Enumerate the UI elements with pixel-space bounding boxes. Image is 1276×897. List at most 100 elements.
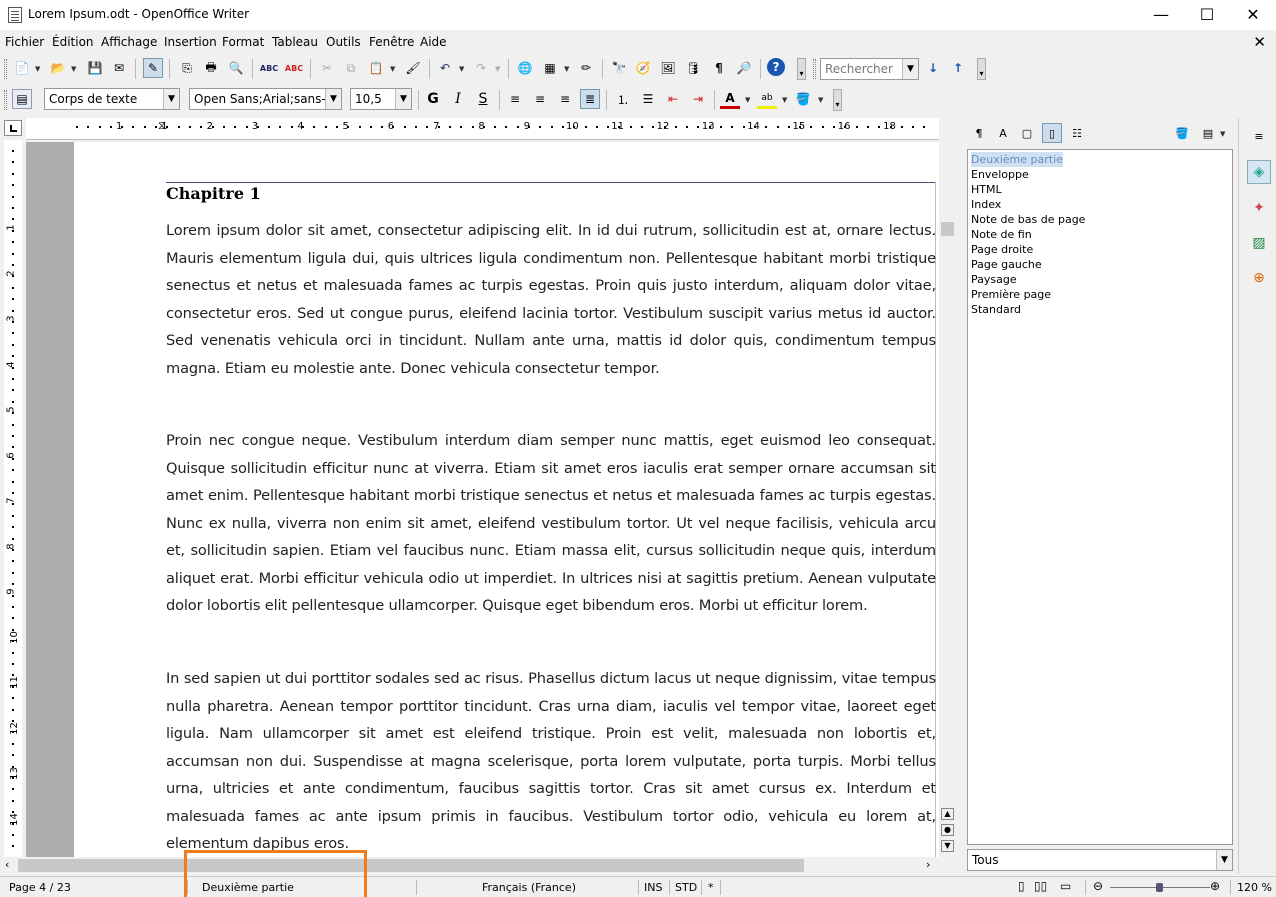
align-left-icon[interactable]: ≡	[505, 89, 525, 109]
increase-indent-icon[interactable]: ⇥	[688, 89, 708, 109]
style-item[interactable]: Page droite	[971, 242, 1229, 257]
align-right-icon[interactable]: ≡	[555, 89, 575, 109]
chevron-down-icon[interactable]: ▼	[71, 65, 76, 73]
auto-spellcheck-icon[interactable]: ABC	[284, 58, 304, 78]
export-pdf-icon[interactable]: ⎘	[177, 58, 197, 78]
scroll-left-icon[interactable]: ‹	[5, 858, 9, 871]
menu-format[interactable]: Format	[222, 35, 264, 49]
chevron-down-icon[interactable]: ▼	[782, 96, 787, 104]
chevron-down-icon[interactable]: ▼	[564, 65, 569, 73]
find-previous-icon[interactable]: ↑	[948, 58, 968, 78]
maximize-button[interactable]: ☐	[1184, 0, 1230, 30]
zoom-out-icon[interactable]: ⊖	[1093, 879, 1103, 893]
zoom-icon[interactable]: 🔎	[734, 58, 754, 78]
formatting-marks-icon[interactable]: ¶	[709, 58, 729, 78]
font-color-icon[interactable]: A	[720, 89, 740, 109]
hyperlink-icon[interactable]: 🌐	[515, 58, 535, 78]
document-area[interactable]: Chapitre 1 Lorem ipsum dolor sit amet, c…	[26, 142, 939, 857]
toolbar-overflow-button[interactable]: ▾	[833, 89, 842, 111]
vertical-scroll-thumb[interactable]	[941, 222, 954, 236]
navigation-circle-icon[interactable]: ●	[941, 824, 954, 836]
style-item[interactable]: HTML	[971, 182, 1229, 197]
character-styles-icon[interactable]: A	[993, 123, 1013, 143]
menu-fichier[interactable]: Fichier	[5, 35, 44, 49]
book-view-icon[interactable]: ▭	[1060, 879, 1071, 893]
draw-functions-icon[interactable]: ✏	[576, 58, 596, 78]
toolbar-grip[interactable]	[813, 59, 816, 79]
edit-mode-icon[interactable]: ✎	[143, 58, 163, 78]
redo-icon[interactable]: ↷	[471, 58, 491, 78]
toolbar-overflow-button[interactable]: ▾	[977, 58, 986, 80]
clone-formatting-icon[interactable]: 🖌	[403, 58, 423, 78]
undo-icon[interactable]: ↶	[435, 58, 455, 78]
style-item[interactable]: Page gauche	[971, 257, 1229, 272]
vertical-ruler[interactable]: 1 2 3 4 5 6 7 8 9 10 11 12 13 14	[4, 140, 22, 857]
chevron-down-icon[interactable]: ▼	[390, 65, 395, 73]
find-next-icon[interactable]: ↓	[923, 58, 943, 78]
chevron-down-icon[interactable]: ▼	[459, 65, 464, 73]
paragraph-1[interactable]: Lorem ipsum dolor sit amet, consectetur …	[166, 217, 936, 382]
search-dropdown[interactable]: ▼	[902, 58, 919, 80]
vertical-scrollbar[interactable]: ▲ ● ▼	[939, 142, 956, 857]
bold-icon[interactable]: G	[423, 89, 443, 109]
print-preview-icon[interactable]: 🔍	[226, 58, 246, 78]
style-item[interactable]: Note de bas de page	[971, 212, 1229, 227]
zoom-in-icon[interactable]: ⊕	[1210, 879, 1220, 893]
numbering-icon[interactable]: ⒈	[613, 89, 633, 109]
menu-affichage[interactable]: Affichage	[101, 35, 157, 49]
frame-styles-icon[interactable]: ▢	[1017, 123, 1037, 143]
spellcheck-icon[interactable]: ABC	[259, 58, 279, 78]
zoom-percent-status[interactable]: 120 %	[1237, 881, 1272, 894]
gallery-icon[interactable]: 🖼	[658, 58, 678, 78]
navigator-icon[interactable]: 🧭	[633, 58, 653, 78]
chevron-down-icon[interactable]: ▼	[35, 65, 40, 73]
cut-icon[interactable]: ✂	[317, 58, 337, 78]
list-styles-icon[interactable]: ☷	[1067, 123, 1087, 143]
styles-formatting-icon[interactable]: ▤	[12, 89, 32, 109]
font-name-select[interactable]: Open Sans;Arial;sans-seri ▼	[189, 88, 342, 110]
menu-fenetre[interactable]: Fenêtre	[369, 35, 414, 49]
previous-page-icon[interactable]: ▲	[941, 808, 954, 820]
paste-icon[interactable]: 📋	[366, 58, 386, 78]
style-item[interactable]: Index	[971, 197, 1229, 212]
styles-deck-icon[interactable]: ✦	[1247, 196, 1271, 220]
chevron-down-icon[interactable]: ▼	[1220, 130, 1225, 138]
selection-mode-status[interactable]: STD	[675, 881, 697, 894]
data-sources-icon[interactable]: 🛢	[683, 58, 703, 78]
paragraph-styles-icon[interactable]: ¶	[969, 123, 989, 143]
next-page-icon[interactable]: ▼	[941, 840, 954, 852]
table-icon[interactable]: ▦	[540, 58, 560, 78]
page-number-status[interactable]: Page 4 / 23	[9, 881, 71, 894]
toolbar-grip[interactable]	[4, 90, 7, 110]
menu-outils[interactable]: Outils	[326, 35, 361, 49]
find-replace-icon[interactable]: 🔭	[609, 58, 629, 78]
minimize-button[interactable]: —	[1138, 0, 1184, 30]
chapter-heading[interactable]: Chapitre 1	[166, 184, 261, 203]
save-icon[interactable]: 💾	[85, 58, 105, 78]
menu-insertion[interactable]: Insertion	[164, 35, 217, 49]
insert-mode-status[interactable]: INS	[644, 881, 662, 894]
close-window-button[interactable]: ✕	[1230, 0, 1276, 30]
underline-icon[interactable]: S	[473, 89, 493, 109]
email-document-icon[interactable]: ✉	[109, 58, 129, 78]
gallery-deck-icon[interactable]: ▨	[1247, 231, 1271, 255]
decrease-indent-icon[interactable]: ⇤	[663, 89, 683, 109]
page-styles-icon[interactable]: ▯	[1042, 123, 1062, 143]
properties-deck-icon[interactable]: ◈	[1247, 160, 1271, 184]
paragraph-2[interactable]: Proin nec congue neque. Vestibulum inter…	[166, 427, 936, 620]
indent-marker-icon[interactable]: ⧖	[158, 119, 166, 133]
font-size-select[interactable]: 10,5 ▼	[350, 88, 412, 110]
style-item[interactable]: Paysage	[971, 272, 1229, 287]
new-style-icon[interactable]: ▤	[1198, 123, 1218, 143]
fill-format-icon[interactable]: 🪣	[1172, 123, 1192, 143]
menu-edition[interactable]: Édition	[52, 35, 94, 49]
print-icon[interactable]: 🖶	[201, 58, 221, 78]
tab-stop-selector[interactable]	[4, 120, 22, 136]
language-status[interactable]: Français (France)	[482, 881, 576, 894]
justify-icon[interactable]: ≣	[580, 89, 600, 109]
scroll-right-icon[interactable]: ›	[926, 858, 930, 871]
help-icon[interactable]: ?	[767, 58, 785, 76]
style-list[interactable]: Deuxième partie Enveloppe HTML Index Not…	[967, 149, 1233, 845]
navigator-deck-icon[interactable]: ⊕	[1247, 266, 1271, 290]
paragraph-style-select[interactable]: Corps de texte ▼	[44, 88, 180, 110]
